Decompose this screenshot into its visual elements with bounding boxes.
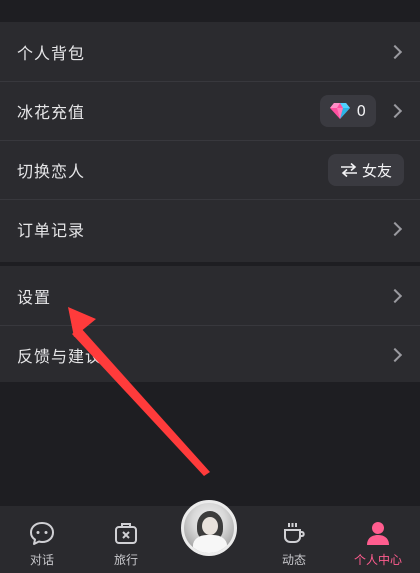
tab-label: 对话 xyxy=(29,553,54,567)
menu-row-feedback[interactable]: 反馈与建议 xyxy=(0,325,420,384)
tab-chat[interactable]: 对话 xyxy=(0,506,84,573)
avatar-dress xyxy=(193,535,227,553)
menu-row-label: 切换恋人 xyxy=(17,162,86,181)
diamond-icon xyxy=(330,103,351,119)
menu-row-orders[interactable]: 订单记录 xyxy=(0,199,420,258)
menu-row-label: 冰花充值 xyxy=(17,103,86,122)
chevron-right-icon xyxy=(387,347,403,363)
luggage-icon xyxy=(115,523,137,544)
menu-row-backpack[interactable]: 个人背包 xyxy=(0,22,420,81)
menu-row-label: 反馈与建议 xyxy=(17,347,103,366)
avatar[interactable] xyxy=(181,500,237,556)
tab-moments[interactable]: 动态 xyxy=(252,506,336,573)
person-icon xyxy=(367,522,389,545)
tab-label: 旅行 xyxy=(113,553,138,567)
top-strip xyxy=(0,0,420,22)
menu-row-recharge[interactable]: 冰花充值 0 xyxy=(0,81,420,140)
tab-profile[interactable]: 个人中心 xyxy=(336,506,420,573)
diamond-balance-pill[interactable]: 0 xyxy=(320,95,376,127)
tab-label: 动态 xyxy=(281,553,306,567)
tab-label: 个人中心 xyxy=(353,553,402,567)
chevron-right-icon xyxy=(387,44,403,59)
chevron-right-icon xyxy=(387,288,403,303)
lover-switch-pill[interactable]: 女友 xyxy=(327,154,404,186)
diamond-balance-value: 0 xyxy=(356,102,366,120)
menu-row-label: 订单记录 xyxy=(17,221,86,240)
tab-travel[interactable]: 旅行 xyxy=(84,506,168,573)
avatar-face xyxy=(202,517,218,535)
menu-row-switch-lover[interactable]: 切换恋人 女友 xyxy=(0,140,420,199)
menu-row-label: 个人背包 xyxy=(17,43,86,63)
chevron-right-icon xyxy=(387,221,403,237)
menu-group-settings: 设置 反馈与建议 xyxy=(0,266,420,382)
profile-page: 个人背包 冰花充值 0 切换恋人 女友 订单记录 设置 反馈与建议 对话 旅行 … xyxy=(0,0,420,573)
menu-row-label: 设置 xyxy=(17,287,52,307)
swap-arrows-icon xyxy=(340,163,357,177)
menu-group-account: 个人背包 冰花充值 0 切换恋人 女友 订单记录 xyxy=(0,22,420,262)
coffee-cup-icon xyxy=(284,523,305,543)
chevron-right-icon xyxy=(387,103,403,119)
chat-bubble-icon xyxy=(30,522,54,545)
menu-row-settings[interactable]: 设置 xyxy=(0,266,420,325)
lover-switch-value: 女友 xyxy=(361,161,392,180)
